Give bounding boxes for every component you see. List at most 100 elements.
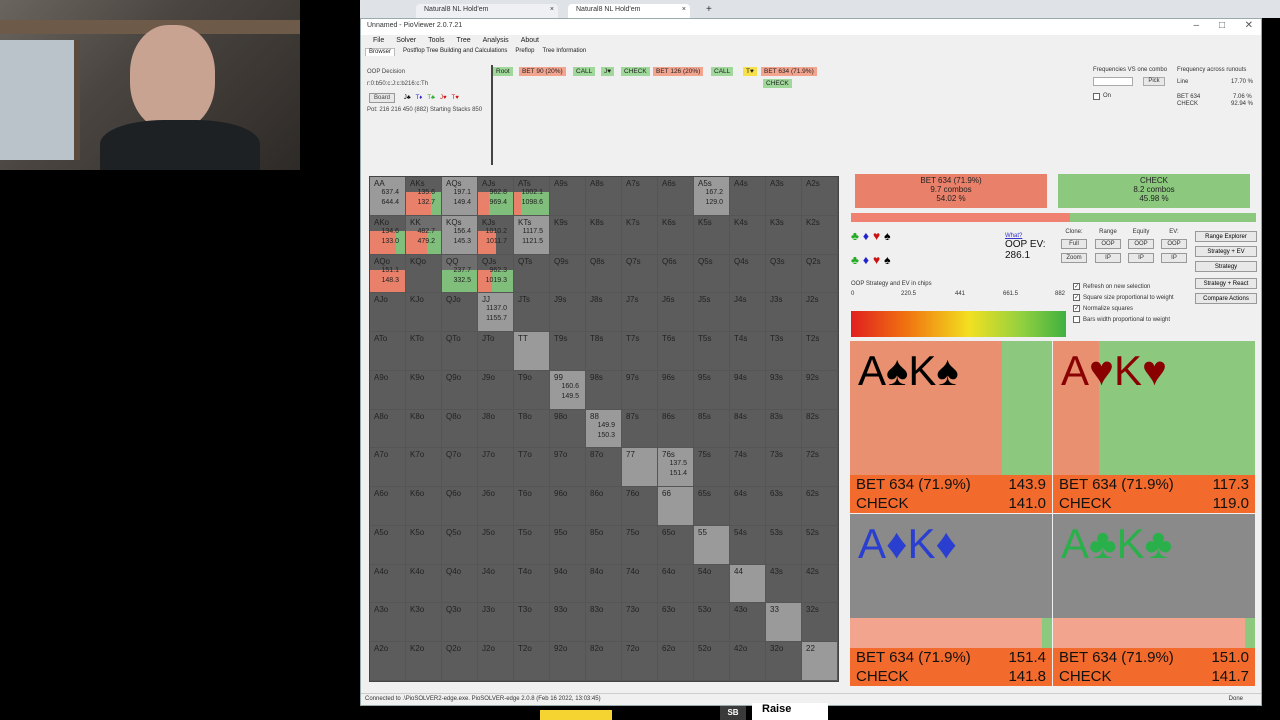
hand-cell[interactable]: Q3s (766, 254, 802, 294)
hand-cell[interactable]: 84s (730, 409, 766, 449)
hand-cell[interactable]: AQs 197.1 149.4 (442, 177, 478, 216)
hand-cell[interactable]: 33 (766, 603, 802, 643)
hand-cell[interactable]: 55 (694, 525, 730, 565)
hand-cell[interactable]: QTs (514, 254, 550, 294)
tree-node[interactable]: CALL (573, 67, 596, 76)
hand-cell[interactable]: JJ 1137.0 1155.7 (478, 293, 514, 333)
hand-cell[interactable]: 53o (694, 603, 730, 643)
range-explorer-button[interactable]: Range Explorer (1195, 231, 1257, 242)
hand-cell[interactable]: 93o (550, 603, 586, 643)
hand-cell[interactable]: K3o (406, 603, 442, 643)
hand-cell[interactable]: J9s (550, 293, 586, 333)
tab-preflop[interactable]: Preflop (515, 48, 534, 56)
browser-tab[interactable]: Natural8 NL Hold'em × (416, 4, 558, 18)
hand-cell[interactable]: J5s (694, 293, 730, 333)
tab-browser[interactable]: Browser (365, 48, 396, 56)
combo-panel-hearts[interactable]: A♥K♥ BET 634 (71.9%) 117.3 CHECK 119.0 (1053, 341, 1255, 513)
hand-cell[interactable]: 44 (730, 564, 766, 604)
hand-cell[interactable]: Q4s (730, 254, 766, 294)
ev-oop-button[interactable]: OOP (1161, 239, 1187, 249)
hand-cell[interactable]: 54s (730, 525, 766, 565)
hand-cell[interactable]: 22 (802, 642, 838, 681)
board-button[interactable]: Board (369, 93, 396, 103)
hand-cell[interactable]: 97s (622, 370, 658, 410)
hand-cell[interactable]: J5o (478, 525, 514, 565)
hand-cell[interactable]: 94o (550, 564, 586, 604)
hand-cell[interactable]: 83s (766, 409, 802, 449)
hand-cell[interactable]: T9o (514, 370, 550, 410)
hand-cell[interactable]: J2s (802, 293, 838, 333)
hand-cell[interactable]: K9o (406, 370, 442, 410)
hand-cell[interactable]: ATo (370, 332, 406, 371)
hand-cell[interactable]: 54o (694, 564, 730, 604)
hand-cell[interactable]: 95s (694, 370, 730, 410)
hand-cell[interactable]: Q9o (442, 370, 478, 410)
hand-cell[interactable]: K6o (406, 487, 442, 526)
hand-cell[interactable]: 88 149.9 150.3 (586, 409, 622, 449)
hand-cell[interactable]: Q2o (442, 642, 478, 681)
clone-full-button[interactable]: Full (1061, 239, 1087, 249)
browser-tab-active[interactable]: Natural8 NL Hold'em × (568, 4, 690, 18)
hand-cell[interactable]: K4o (406, 564, 442, 604)
menu-analysis[interactable]: Analysis (483, 37, 509, 45)
hand-cell[interactable]: A6s (658, 177, 694, 216)
hand-cell[interactable]: JTs (514, 293, 550, 333)
tab-tree-info[interactable]: Tree Information (542, 48, 586, 56)
hand-cell[interactable]: Q6o (442, 487, 478, 526)
hand-cell[interactable]: KK 482.7 479.2 (406, 215, 442, 255)
hand-cell[interactable]: 93s (766, 370, 802, 410)
tree-node[interactable]: BET 90 (20%) (519, 67, 566, 76)
maximize-button[interactable]: □ (1219, 20, 1225, 31)
hand-cell[interactable]: QTo (442, 332, 478, 371)
tree-node[interactable]: Root (493, 67, 513, 76)
pick-button[interactable]: Pick (1143, 77, 1165, 86)
hand-cell[interactable]: J6o (478, 487, 514, 526)
menu-solver[interactable]: Solver (396, 37, 416, 45)
hand-cell[interactable]: T8o (514, 409, 550, 449)
hand-cell[interactable]: T7s (622, 332, 658, 371)
hand-cell[interactable]: 65o (658, 525, 694, 565)
tree-node[interactable]: CHECK (621, 67, 650, 76)
hand-cell[interactable]: 82s (802, 409, 838, 449)
menu-file[interactable]: File (373, 37, 384, 45)
hand-cell[interactable]: A5o (370, 525, 406, 565)
hand-cell[interactable]: Q2s (802, 254, 838, 294)
hand-cell[interactable]: AKo 134.6 133.0 (370, 215, 406, 255)
hand-cell[interactable]: J3o (478, 603, 514, 643)
hand-cell[interactable]: T2s (802, 332, 838, 371)
hand-cell[interactable]: T7o (514, 448, 550, 488)
hand-cell[interactable]: K2s (802, 215, 838, 255)
hand-cell[interactable]: K9s (550, 215, 586, 255)
hand-cell[interactable]: Q7s (622, 254, 658, 294)
hand-cell[interactable]: 83o (586, 603, 622, 643)
hand-cell[interactable]: 86o (586, 487, 622, 526)
hand-cell[interactable]: K8s (586, 215, 622, 255)
hand-cell[interactable]: Q4o (442, 564, 478, 604)
hand-cell[interactable]: A9s (550, 177, 586, 216)
tree-node[interactable]: BET 126 (20%) (653, 67, 704, 76)
hand-cell[interactable]: 65s (694, 487, 730, 526)
tree-node[interactable]: T♥ (743, 67, 757, 76)
hand-cell[interactable]: 42o (730, 642, 766, 681)
hand-cell[interactable]: QQ 237.7 332.5 (442, 254, 478, 294)
compare-actions-button[interactable]: Compare Actions (1195, 293, 1257, 304)
hand-cell[interactable]: A7s (622, 177, 658, 216)
hand-cell[interactable]: QJo (442, 293, 478, 333)
spade-icon[interactable]: ♠ (884, 229, 890, 243)
hand-cell[interactable]: K6s (658, 215, 694, 255)
hand-cell[interactable]: 72s (802, 448, 838, 488)
combo-panel-spades[interactable]: A♠K♠ BET 634 (71.9%) 143.9 CHECK 141.0 (850, 341, 1052, 513)
combo-panel-diamonds[interactable]: A♦K♦ BET 634 (71.9%) 151.4 CHECK 141.8 (850, 514, 1052, 686)
new-tab-button[interactable]: + (698, 2, 720, 16)
hand-cell[interactable]: A7o (370, 448, 406, 488)
hand-cell[interactable]: A3o (370, 603, 406, 643)
hand-cell[interactable]: 85o (586, 525, 622, 565)
hand-cell[interactable]: AQo 151.1 148.3 (370, 254, 406, 294)
hand-cell[interactable]: 43o (730, 603, 766, 643)
tree-node[interactable]: BET 634 (71.9%) (761, 67, 817, 76)
hand-cell[interactable]: AKs 135.6 132.7 (406, 177, 442, 216)
check-summary[interactable]: CHECK 8.2 combos 45.98 % (1058, 174, 1250, 208)
hand-cell[interactable]: J7o (478, 448, 514, 488)
diamond-icon[interactable]: ♦ (863, 229, 869, 243)
hand-cell[interactable]: 87s (622, 409, 658, 449)
